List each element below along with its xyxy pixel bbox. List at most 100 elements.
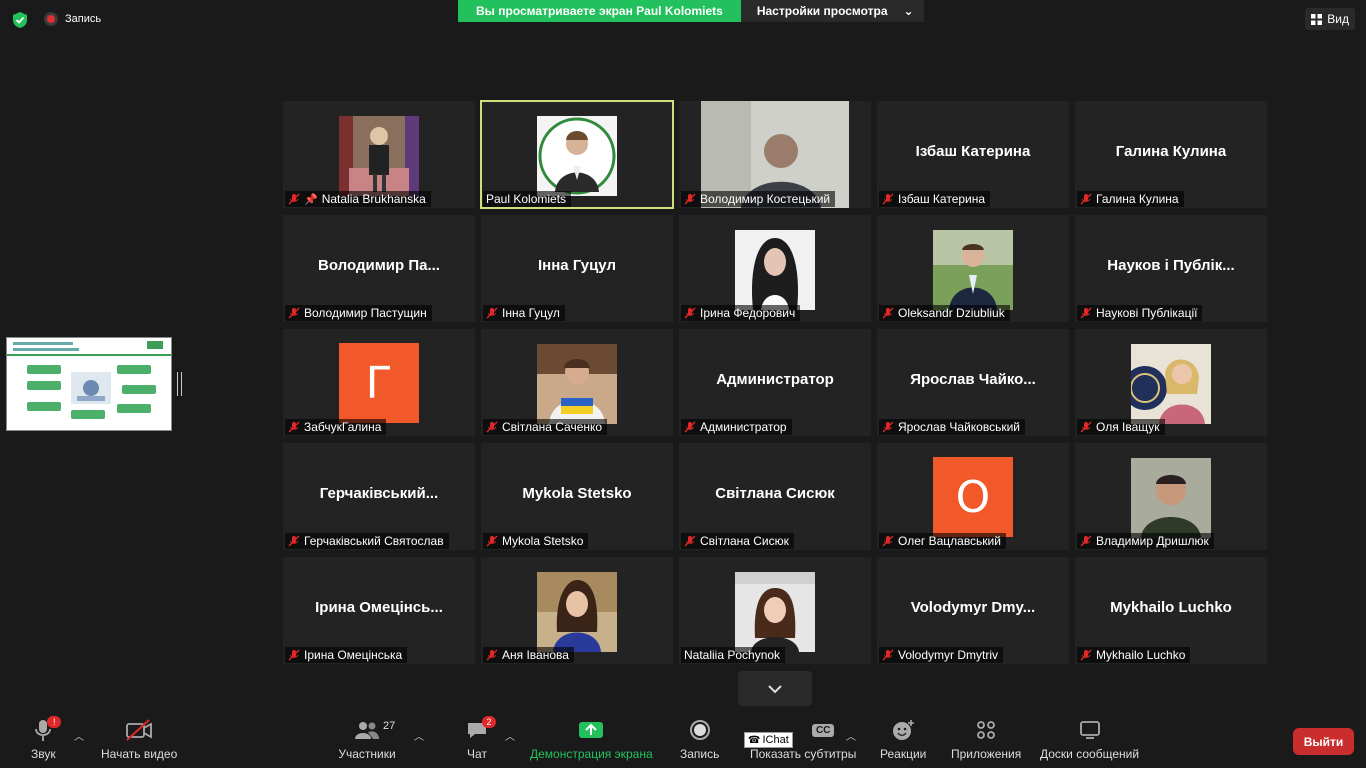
mic-muted-icon [882,421,894,433]
participant-name: Аня Іванова [502,648,569,662]
participant-name-label: Олег Вацлавський [879,533,1006,549]
participant-name: Оля Іващук [1096,420,1160,434]
participant-display-name: Ізбаш Катерина [915,143,1031,160]
mic-muted-icon [882,649,894,661]
audio-warning-badge: ! [47,716,62,728]
participant-tile[interactable]: Аня Іванова [481,557,673,664]
whiteboards-button[interactable]: Доски сообщений [1040,718,1139,761]
captions-options-caret-icon[interactable]: ︿ [846,728,856,743]
thumbnail-resize-handle[interactable] [177,372,182,396]
participants-count: 27 [383,720,396,732]
participant-name-label: Світлана Сисюк [681,533,794,549]
participant-name: Volodymyr Dmytriv [898,648,999,662]
leave-meeting-button[interactable]: Выйти [1293,728,1354,755]
participant-name-label: Ярослав Чайковський [879,419,1025,435]
chat-options-caret-icon[interactable]: ︿ [505,728,515,743]
participant-tile[interactable]: Г ЗабчукГалина [283,329,475,436]
mic-muted-icon [684,421,696,433]
participant-tile[interactable]: Владимир Дришлюк [1075,443,1267,550]
participant-video [537,344,617,424]
participant-tile[interactable]: Науков і Публік... Наукові Публікації [1075,215,1267,322]
participant-tile[interactable]: Mykola Stetsko Mykola Stetsko [481,443,673,550]
participant-tile[interactable]: Администратор Администратор [679,329,871,436]
participant-display-name: Mykhailo Luchko [1110,599,1232,616]
participant-video [1131,458,1211,538]
mic-muted-icon [1080,307,1092,319]
participant-name: Світлана Сисюк [700,534,789,548]
participant-display-name: Інна Гуцул [538,257,616,274]
participant-name-label: Владимир Дришлюк [1077,533,1214,549]
mic-muted-icon [288,307,300,319]
viewing-screen-text: Вы просматриваете экран Paul Kolomiets [458,0,741,22]
security-shield-icon[interactable] [11,11,29,29]
participant-video [339,116,419,196]
participant-tile[interactable]: Оля Іващук [1075,329,1267,436]
participant-tile[interactable]: Ізбаш Катерина Ізбаш Катерина [877,101,1069,208]
participant-tile[interactable]: Герчаківський... Герчаківський Святослав [283,443,475,550]
participant-name-label: Ізбаш Катерина [879,191,991,207]
view-options-button[interactable]: Настройки просмотра ⌄ [740,0,924,22]
ichat-label: IChat [762,734,789,746]
mic-muted-icon [684,535,696,547]
participant-name: Mykola Stetsko [502,534,584,548]
chat-button[interactable]: 2 Чат [466,716,496,761]
chat-label: Чат [467,747,487,761]
participant-name: Олег Вацлавський [898,534,1001,548]
next-page-button[interactable] [738,671,812,706]
reactions-button[interactable]: Реакции [880,718,926,761]
participant-tile[interactable]: Володимир Костецький [679,101,871,208]
participant-tile[interactable]: Володимир Па... Володимир Пастущин [283,215,475,322]
participant-name: Ірина Омецінська [304,648,403,662]
participant-tile[interactable]: 📌 Natalia Brukhanska [283,101,475,208]
participant-tile[interactable]: О Олег Вацлавський [877,443,1069,550]
participant-display-name: Науков і Публік... [1107,257,1235,274]
apps-button[interactable]: Приложения [951,718,1021,761]
participant-tile[interactable]: Галина Кулина Галина Кулина [1075,101,1267,208]
mic-muted-icon [1080,421,1092,433]
participants-options-caret-icon[interactable]: ︿ [414,728,424,743]
audio-options-caret-icon[interactable]: ︿ [74,728,84,743]
mic-muted-icon [486,535,498,547]
participant-tile[interactable]: Volodymyr Dmy... Volodymyr Dmytriv [877,557,1069,664]
record-button[interactable]: Запись [680,718,719,761]
participant-name-label: Mykola Stetsko [483,533,589,549]
mic-muted-icon [684,307,696,319]
participant-tile[interactable]: Ярослав Чайко... Ярослав Чайковський [877,329,1069,436]
view-button[interactable]: Вид [1305,8,1355,30]
participant-display-name: Галина Кулина [1115,143,1227,160]
audio-button[interactable]: ! Звук [31,716,62,761]
participant-tile-active-speaker[interactable]: Paul Kolomiets [480,100,674,209]
participant-tile[interactable]: Mykhailo Luchko Mykhailo Luchko [1075,557,1267,664]
participant-display-name: Герчаківський... [319,485,439,502]
participant-name-label: Інна Гуцул [483,305,565,321]
participant-tile[interactable]: Oleksandr Dziubliuk [877,215,1069,322]
participant-display-name: Володимир Па... [318,257,440,274]
participant-name: Владимир Дришлюк [1096,534,1209,548]
shared-screen-thumbnail[interactable] [6,337,172,431]
participant-tile[interactable]: Світлана Саченко [481,329,673,436]
participant-tile[interactable]: Ірина Омецінсь... Ірина Омецінська [283,557,475,664]
participant-tile[interactable]: Nataliia Pochynok [679,557,871,664]
audio-label: Звук [31,747,56,761]
participant-tile[interactable]: Ірина Федорович [679,215,871,322]
mic-muted-icon [486,421,498,433]
participant-name-label: Оля Іващук [1077,419,1165,435]
participants-button[interactable]: 27 Участники [338,718,396,761]
grid-view-icon [1311,13,1323,25]
participant-name: Інна Гуцул [502,306,560,320]
participant-tile[interactable]: Інна Гуцул Інна Гуцул [481,215,673,322]
share-screen-button[interactable]: Демонстрация экрана [530,718,653,761]
recording-indicator[interactable]: Запись [44,12,101,26]
participant-name-label: Герчаківський Святослав [285,533,449,549]
participant-video [537,572,617,652]
mic-muted-icon [882,193,894,205]
apps-icon [977,721,996,739]
participant-name-label: Ірина Омецінська [285,647,408,663]
recording-label: Запись [65,13,102,25]
ichat-overlay[interactable]: ☎ IChat [744,732,793,748]
reactions-emoji-icon [893,720,915,740]
participant-video [933,230,1013,310]
participant-tile[interactable]: Світлана Сисюк Світлана Сисюк [679,443,871,550]
start-video-button[interactable]: Начать видео [101,718,177,761]
apps-label: Приложения [951,747,1022,761]
